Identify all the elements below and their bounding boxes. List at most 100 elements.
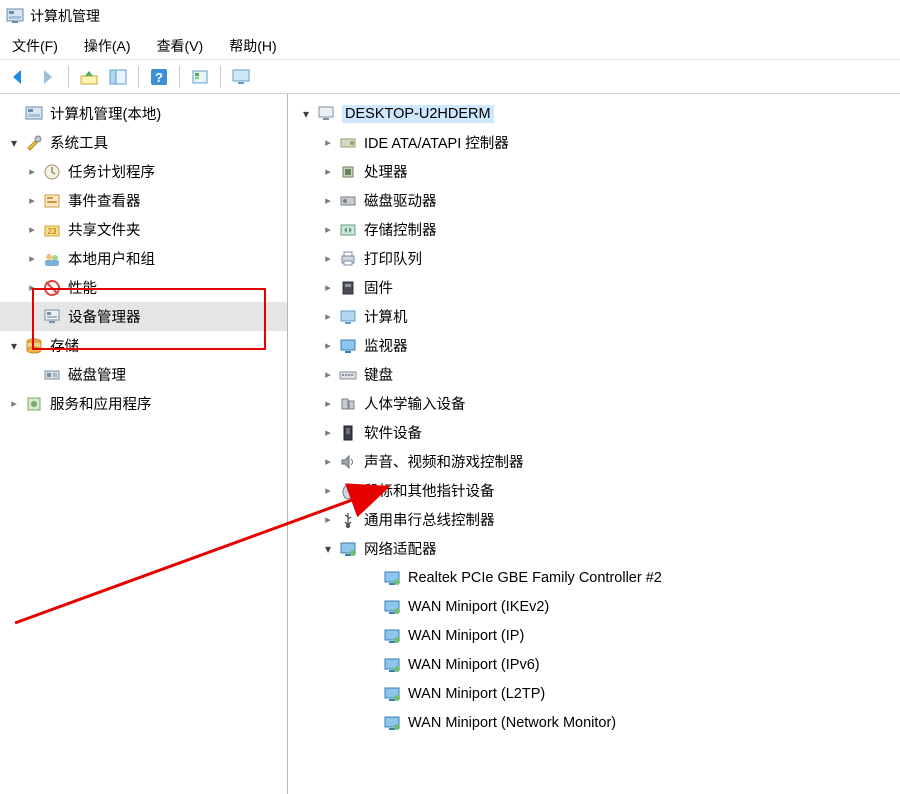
tree-item-firmware[interactable]: 固件 <box>288 273 900 302</box>
nic-icon <box>382 713 402 733</box>
tree-item-adapter[interactable]: Realtek PCIe GBE Family Controller #2 <box>288 563 900 592</box>
clock-icon <box>42 162 62 182</box>
expand-arrow-icon[interactable] <box>6 135 22 151</box>
help-button[interactable]: ? <box>146 64 172 90</box>
expand-arrow-icon[interactable] <box>320 309 336 325</box>
expand-arrow-icon[interactable] <box>298 106 314 122</box>
tree-label: WAN Miniport (IKEv2) <box>408 599 549 615</box>
expand-arrow-icon[interactable] <box>6 338 22 354</box>
tree-item-disk-drives[interactable]: 磁盘驱动器 <box>288 186 900 215</box>
tree-item-root-pc[interactable]: DESKTOP-U2HDERM <box>288 99 900 128</box>
tree-item-mouse[interactable]: 鼠标和其他指针设备 <box>288 476 900 505</box>
expand-arrow-icon[interactable] <box>320 251 336 267</box>
computer-icon <box>338 307 358 327</box>
expand-arrow-icon[interactable] <box>320 193 336 209</box>
show-hide-tree-button[interactable] <box>105 64 131 90</box>
tree-label: WAN Miniport (L2TP) <box>408 686 545 702</box>
menu-view[interactable]: 查看(V) <box>155 34 206 58</box>
svg-text:23: 23 <box>48 227 57 236</box>
toolbar-separator <box>179 66 180 88</box>
tree-item-local-users[interactable]: 本地用户和组 <box>0 244 287 273</box>
tree-label: 监视器 <box>364 335 408 356</box>
left-navigation-tree: 计算机管理(本地) 系统工具 任务计划程序 <box>0 94 288 794</box>
services-icon <box>24 394 44 414</box>
tree-item-shared-folders[interactable]: 23 共享文件夹 <box>0 215 287 244</box>
expand-arrow-icon[interactable] <box>320 396 336 412</box>
scan-button[interactable] <box>187 64 213 90</box>
tree-label: 固件 <box>364 277 393 298</box>
expand-arrow-icon[interactable] <box>320 425 336 441</box>
nic-icon <box>382 626 402 646</box>
tree-item-print-queue[interactable]: 打印队列 <box>288 244 900 273</box>
users-icon <box>42 249 62 269</box>
tree-item-software-devices[interactable]: 软件设备 <box>288 418 900 447</box>
nic-icon <box>382 568 402 588</box>
tree-item-storage[interactable]: 存储 <box>0 331 287 360</box>
tree-label: 存储控制器 <box>364 219 437 240</box>
expand-arrow-icon[interactable] <box>320 483 336 499</box>
expand-arrow-icon[interactable] <box>320 164 336 180</box>
back-button[interactable] <box>6 64 32 90</box>
tree-item-disk-management[interactable]: 磁盘管理 <box>0 360 287 389</box>
expand-arrow-icon[interactable] <box>24 164 40 180</box>
cpu-icon <box>338 162 358 182</box>
menu-file[interactable]: 文件(F) <box>10 34 60 58</box>
tree-item-processor[interactable]: 处理器 <box>288 157 900 186</box>
tree-item-device-manager[interactable]: 设备管理器 <box>0 302 287 331</box>
expand-arrow-icon[interactable] <box>24 222 40 238</box>
tree-item-network-adapters[interactable]: 网络适配器 <box>288 534 900 563</box>
expand-arrow-icon[interactable] <box>320 135 336 151</box>
expand-arrow-icon[interactable] <box>320 454 336 470</box>
expand-arrow-icon[interactable] <box>320 541 336 557</box>
tree-item-adapter[interactable]: WAN Miniport (IKEv2) <box>288 592 900 621</box>
mouse-icon <box>338 481 358 501</box>
tree-item-monitor[interactable]: 监视器 <box>288 331 900 360</box>
expand-arrow-icon[interactable] <box>320 512 336 528</box>
expand-arrow-icon[interactable] <box>320 338 336 354</box>
tree-label: 处理器 <box>364 161 408 182</box>
expand-arrow-icon[interactable] <box>320 222 336 238</box>
tree-item-adapter[interactable]: WAN Miniport (L2TP) <box>288 679 900 708</box>
hid-icon <box>338 394 358 414</box>
tree-label: 事件查看器 <box>68 190 141 211</box>
monitor-button[interactable] <box>228 64 254 90</box>
tree-item-adapter[interactable]: WAN Miniport (IPv6) <box>288 650 900 679</box>
menu-action[interactable]: 操作(A) <box>82 34 133 58</box>
tree-item-hid[interactable]: 人体学输入设备 <box>288 389 900 418</box>
menu-help[interactable]: 帮助(H) <box>227 34 278 58</box>
device-manager-icon <box>42 307 62 327</box>
expand-arrow-icon[interactable] <box>320 367 336 383</box>
tree-item-task-scheduler[interactable]: 任务计划程序 <box>0 157 287 186</box>
tree-item-storage-controllers[interactable]: 存储控制器 <box>288 215 900 244</box>
forward-button[interactable] <box>35 64 61 90</box>
tree-item-usb[interactable]: 通用串行总线控制器 <box>288 505 900 534</box>
expand-arrow-icon[interactable] <box>24 280 40 296</box>
expand-arrow-icon[interactable] <box>24 193 40 209</box>
expand-arrow-icon[interactable] <box>24 251 40 267</box>
tree-label: WAN Miniport (Network Monitor) <box>408 715 616 731</box>
tree-item-services-apps[interactable]: 服务和应用程序 <box>0 389 287 418</box>
speaker-icon <box>338 452 358 472</box>
tree-item-system-tools[interactable]: 系统工具 <box>0 128 287 157</box>
tree-label: 网络适配器 <box>364 538 437 559</box>
up-button[interactable] <box>76 64 102 90</box>
tree-item-ide[interactable]: IDE ATA/ATAPI 控制器 <box>288 128 900 157</box>
tree-item-event-viewer[interactable]: 事件查看器 <box>0 186 287 215</box>
app-icon <box>6 7 24 25</box>
expand-arrow-icon[interactable] <box>320 280 336 296</box>
tree-item-performance[interactable]: 性能 <box>0 273 287 302</box>
expand-arrow-icon[interactable] <box>6 396 22 412</box>
tree-item-adapter[interactable]: WAN Miniport (Network Monitor) <box>288 708 900 737</box>
tree-item-keyboard[interactable]: 键盘 <box>288 360 900 389</box>
toolbar-separator <box>220 66 221 88</box>
tree-item-sound[interactable]: 声音、视频和游戏控制器 <box>288 447 900 476</box>
usb-icon <box>338 510 358 530</box>
tree-label: 通用串行总线控制器 <box>364 509 495 530</box>
nic-icon <box>382 684 402 704</box>
tree-item-computer-management[interactable]: 计算机管理(本地) <box>0 99 287 128</box>
pc-icon <box>316 104 336 124</box>
tree-label: 计算机管理(本地) <box>50 103 161 124</box>
monitor-icon <box>338 336 358 356</box>
tree-item-adapter[interactable]: WAN Miniport (IP) <box>288 621 900 650</box>
tree-item-computer[interactable]: 计算机 <box>288 302 900 331</box>
